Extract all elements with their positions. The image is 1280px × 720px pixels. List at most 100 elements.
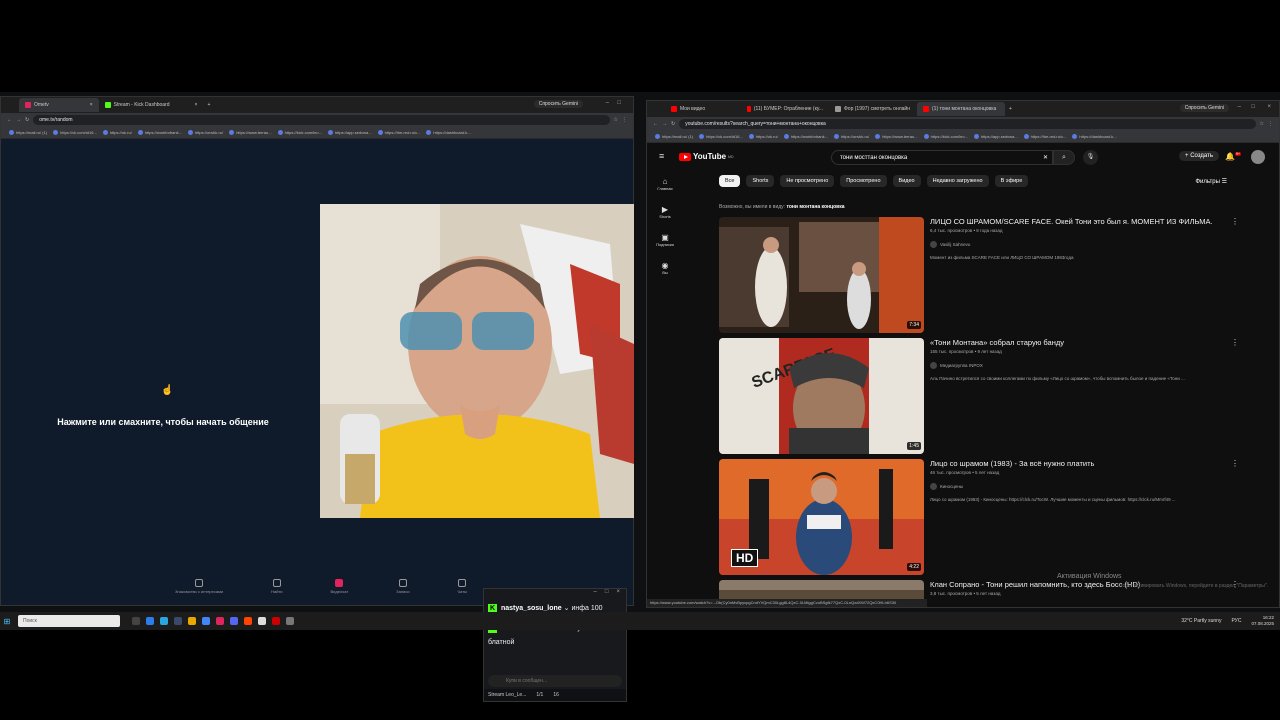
filters-button[interactable]: Фильтры ☰ <box>1195 178 1227 185</box>
bookmark-item[interactable]: https://onvkk.ru/ <box>187 130 223 135</box>
minimize-icon[interactable]: – <box>594 589 597 599</box>
bookmark-item[interactable]: https://ok.ru/ <box>748 134 778 139</box>
chat-username[interactable]: nastya_sosu_lone <box>501 605 562 612</box>
star-icon[interactable]: ☆ <box>614 117 618 123</box>
search-input[interactable]: тони мосттан оконцовка ✕ <box>831 150 1053 165</box>
notifications-button[interactable]: 🔔9+ <box>1225 152 1241 161</box>
nav-interests[interactable]: Знакомство с интересами <box>175 579 223 599</box>
language-indicator[interactable]: РУС <box>1231 618 1241 624</box>
video-title[interactable]: Лицо со шрамом (1983) - За всё нужно пла… <box>930 459 1220 468</box>
app-icon[interactable] <box>286 617 294 625</box>
sidebar-item-subscriptions[interactable]: ▣ Подписки <box>651 233 679 247</box>
back-icon[interactable]: ← <box>7 117 12 123</box>
bookmark-item[interactable]: https://dashboard.k... <box>1072 134 1117 139</box>
chat-input[interactable]: Купи в сообщен... <box>488 675 622 687</box>
address-input[interactable]: ome.tv/random <box>33 115 610 125</box>
maximize-icon[interactable]: □ <box>617 100 621 106</box>
bookmark-item[interactable]: https://kick.com/leo... <box>277 130 322 135</box>
sidebar-item-you[interactable]: ◉ Вы <box>651 261 679 275</box>
create-button[interactable]: + Создать <box>1179 151 1219 161</box>
bookmark-item[interactable]: https://kick.com/leo... <box>923 134 968 139</box>
bookmark-item[interactable]: https://www.terrau... <box>875 134 918 139</box>
bookmark-item[interactable]: https://app.sedvwa... <box>327 130 372 135</box>
bookmark-item[interactable]: https://www.terrau... <box>229 130 272 135</box>
chip-watched[interactable]: Просмотрено <box>840 175 887 187</box>
video-result[interactable]: HD 4:22 Лицо со шрамом (1983) - За всё н… <box>719 459 1239 575</box>
chip-recently-uploaded[interactable]: Недавно загружено <box>926 175 989 187</box>
bookmark-item[interactable]: https://the-red.ru/c... <box>1023 134 1066 139</box>
more-options-icon[interactable]: ⋮ <box>1231 217 1239 226</box>
chip-unwatched[interactable]: Не просмотрено <box>780 175 835 187</box>
telegram-icon[interactable] <box>160 617 168 625</box>
app-icon[interactable] <box>244 617 252 625</box>
back-icon[interactable]: ← <box>653 121 658 127</box>
sidebar-item-home[interactable]: ⌂ Главная <box>651 177 679 191</box>
gemini-button[interactable]: Спросить Gemini <box>533 100 583 108</box>
discord-icon[interactable] <box>230 617 238 625</box>
close-icon[interactable]: × <box>616 589 620 599</box>
hamburger-menu-icon[interactable]: ≡ <box>659 151 664 161</box>
chip-live[interactable]: В эфире <box>994 175 1029 187</box>
reload-icon[interactable]: ↻ <box>25 117 29 123</box>
nav-videochat[interactable]: Видеочат <box>331 579 348 599</box>
tab-ometv[interactable]: Ometv × <box>19 98 99 112</box>
bookmark-item[interactable]: https://onvkk.ru/ <box>833 134 869 139</box>
weather-widget[interactable]: 32°C Partly sunny <box>1181 618 1221 624</box>
more-options-icon[interactable]: ⋮ <box>1231 459 1239 468</box>
minimize-icon[interactable]: – <box>606 100 609 106</box>
bookmark-item[interactable]: https://mail.ru/ (1) <box>9 130 47 135</box>
bookmark-item[interactable]: https://workforbank... <box>137 130 182 135</box>
bookmark-item[interactable]: https://ok.ru/ <box>102 130 132 135</box>
menu-icon[interactable]: ⋮ <box>622 117 627 123</box>
task-view-icon[interactable] <box>132 617 140 625</box>
forward-icon[interactable]: → <box>16 117 21 123</box>
stream-label[interactable]: Stream Leo_Le... <box>488 692 526 698</box>
new-tab-button[interactable]: + <box>1005 106 1016 112</box>
search-button[interactable]: ⌕ <box>1053 150 1075 165</box>
tab-my-videos[interactable]: Мои видео <box>665 102 741 116</box>
forward-icon[interactable]: → <box>662 121 667 127</box>
close-icon[interactable]: × <box>1267 104 1271 110</box>
app-icon[interactable] <box>258 617 266 625</box>
new-tab-button[interactable]: + <box>203 102 214 108</box>
tab-for-1997[interactable]: Фор (1997) смотреть онлайн <box>829 102 917 116</box>
address-input[interactable]: youtube.com/results?search_query=тони+мо… <box>679 119 1256 129</box>
tab-kick-dashboard[interactable]: Stream - Kick Dashboard × <box>99 98 204 112</box>
chip-all[interactable]: Все <box>719 175 741 187</box>
windows-start-icon[interactable]: ⊞ <box>0 617 14 626</box>
tab-close-icon[interactable]: × <box>195 102 198 108</box>
more-options-icon[interactable]: ⋮ <box>1231 338 1239 347</box>
clock[interactable]: 16:22 07.08.2025 <box>1251 615 1274 627</box>
minimize-icon[interactable]: – <box>1238 104 1241 110</box>
bookmark-item[interactable]: https://vk.com/id16... <box>53 130 97 135</box>
video-result[interactable]: 7:34 ЛИЦО СО ШРАМОМ/SCARE FACE. Окей Тон… <box>719 217 1239 333</box>
edge-icon[interactable] <box>146 617 154 625</box>
sidebar-item-shorts[interactable]: ▶ Shorts <box>651 205 679 219</box>
channel-link[interactable]: Медиагруппа INPOX <box>930 362 983 369</box>
channel-link[interactable]: Vasilij Sahnevu <box>930 241 970 248</box>
file-explorer-icon[interactable] <box>188 617 196 625</box>
youtube-logo[interactable]: YouTube MD <box>679 152 733 161</box>
suggested-query-link[interactable]: тони монтана концовка <box>786 204 844 210</box>
video-thumbnail[interactable]: 7:34 <box>719 217 924 333</box>
video-result[interactable]: SCARFACE 1:45 «Тони Монтана» собрал стар… <box>719 338 1239 454</box>
reload-icon[interactable]: ↻ <box>671 121 675 127</box>
chip-videos[interactable]: Видео <box>892 175 921 187</box>
nav-records[interactable]: Записи <box>396 579 409 599</box>
ometv-stranger-panel[interactable]: ☝ Нажмите или смахните, чтобы начать общ… <box>5 139 321 599</box>
bookmark-item[interactable]: https://mail.ru/ (1) <box>655 134 693 139</box>
chrome-icon[interactable] <box>202 617 210 625</box>
tiktok-icon[interactable] <box>216 617 224 625</box>
tab-bumer[interactable]: (11) БУМЕР: Ограбление (ку... <box>741 102 829 116</box>
maximize-icon[interactable]: □ <box>1251 104 1255 110</box>
video-title[interactable]: «Тони Монтана» собрал старую банду <box>930 338 1220 347</box>
maximize-icon[interactable]: □ <box>605 589 609 599</box>
steam-icon[interactable] <box>174 617 182 625</box>
bookmark-item[interactable]: https://workforbank... <box>783 134 828 139</box>
star-icon[interactable]: ☆ <box>1260 121 1264 127</box>
tab-search-results[interactable]: (1) тони монтана оконцовка <box>917 102 1005 116</box>
nav-chats[interactable]: Чаты <box>457 579 467 599</box>
channel-link[interactable]: Киносцены <box>930 483 963 490</box>
voice-search-button[interactable]: 🎙 <box>1083 150 1098 165</box>
taskbar-search-input[interactable]: Поиск <box>18 615 120 627</box>
